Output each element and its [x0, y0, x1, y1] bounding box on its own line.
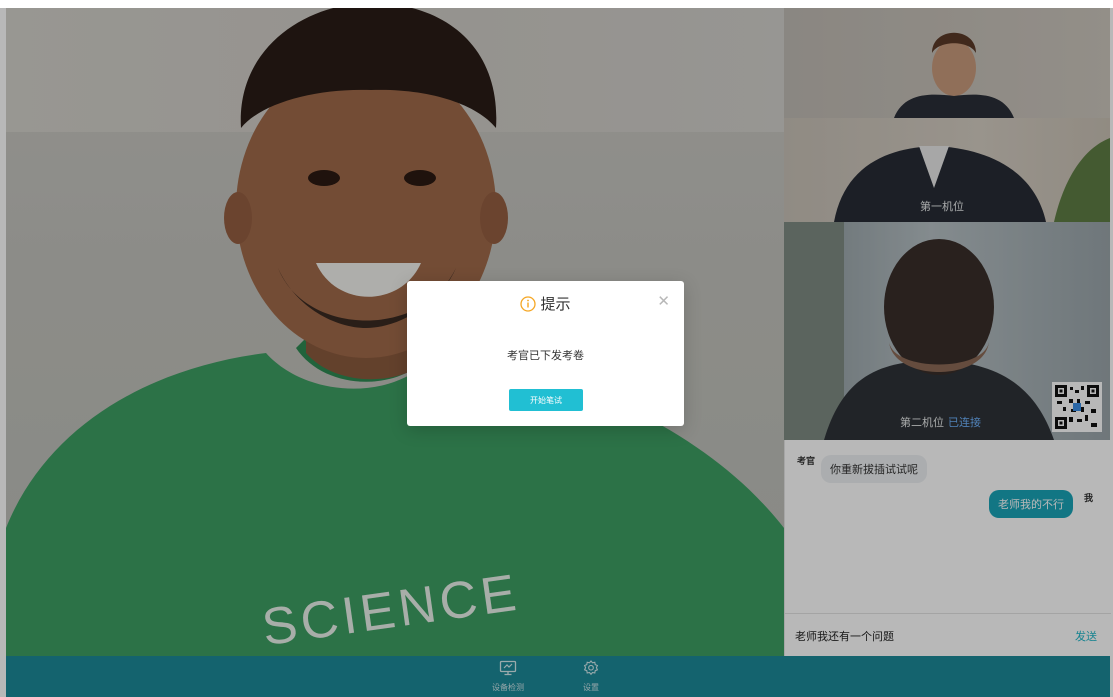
dialog-title-row: 提示 [407, 293, 684, 314]
dialog-title: 提示 [540, 296, 571, 313]
info-circle-icon [520, 295, 537, 312]
close-icon[interactable]: ✕ [657, 293, 670, 311]
dialog-message: 考官已下发考卷 [507, 350, 584, 362]
exam-stage: SCIENCE 第一机位 第二机位 已连接 考官 你重新拔插试试呢 老师我的不行… [0, 0, 1113, 697]
notice-dialog: 提示 ✕ 考官已下发考卷 开始笔试 [407, 281, 684, 426]
start-exam-button[interactable]: 开始笔试 [509, 389, 583, 411]
